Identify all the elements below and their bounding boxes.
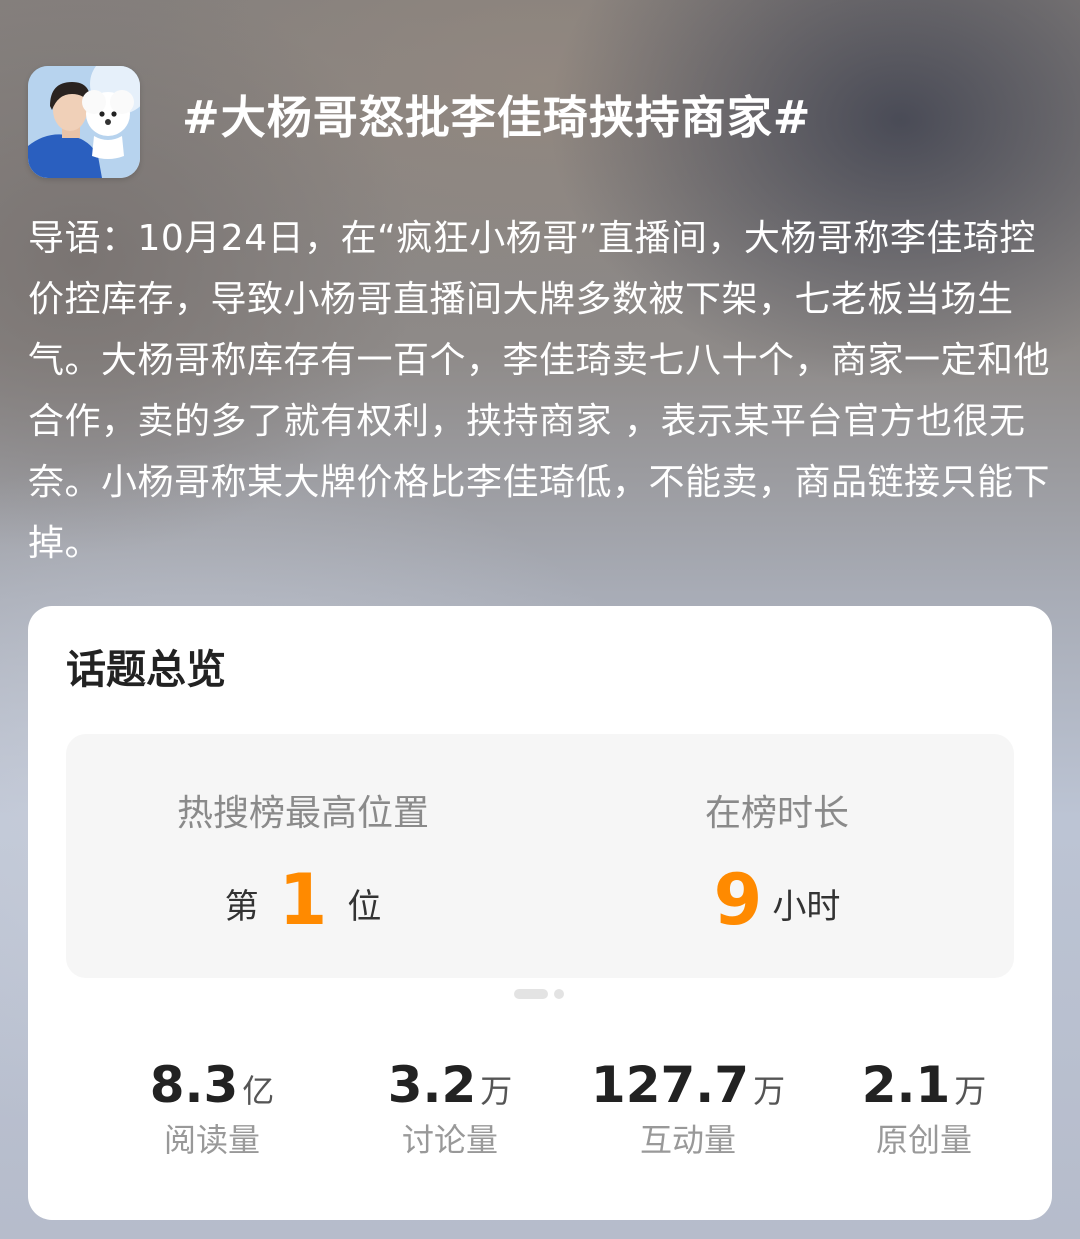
metric-read-label: 阅读量	[163, 1121, 260, 1159]
metric-discussion-value: 3.2	[387, 1056, 477, 1114]
metric-read-value: 8.3	[149, 1056, 239, 1114]
overview-title: 话题总览	[66, 647, 226, 693]
metric-interaction-unit: 万	[753, 1072, 786, 1110]
topic-title: #大杨哥怒批李佳琦挟持商家#	[182, 91, 812, 144]
metric-interaction-label: 互动量	[639, 1121, 736, 1159]
hot-search-peak-block: 热搜榜最高位置 第 1 位	[66, 734, 540, 978]
hot-search-peak-value-row: 第 1 位	[66, 864, 540, 936]
pager-indicator[interactable]	[514, 989, 564, 999]
metric-discussion-unit: 万	[480, 1072, 513, 1110]
topic-avatar[interactable]	[28, 66, 140, 178]
on-list-duration-label: 在榜时长	[704, 793, 849, 834]
metric-interaction-value: 127.7	[590, 1056, 750, 1114]
metric-read: 8.3 亿 阅读量	[92, 1054, 332, 1162]
metric-original-unit: 万	[954, 1072, 987, 1110]
avatar-photo-icon	[28, 66, 140, 178]
duration-suffix: 小时	[772, 887, 841, 927]
on-list-duration-value-row: 9 小时	[540, 864, 1014, 936]
hot-search-peak-label: 热搜榜最高位置	[176, 793, 429, 834]
pager-dot-active[interactable]	[514, 989, 548, 999]
overview-card: 话题总览 热搜榜最高位置 第 1 位 在榜时长 9 小时 8.3 亿 阅读量 3…	[28, 606, 1052, 1220]
rank-prefix: 第	[224, 887, 259, 927]
metric-interaction: 127.7 万 互动量	[568, 1054, 808, 1162]
duration-value: 9	[713, 859, 763, 941]
metric-discussion-label: 讨论量	[401, 1121, 498, 1159]
metric-read-unit: 亿	[242, 1072, 275, 1110]
rank-suffix: 位	[347, 887, 382, 927]
metric-original: 2.1 万 原创量	[804, 1054, 1044, 1162]
metrics-row: 8.3 亿 阅读量 3.2 万 讨论量 127.7 万 互动量 2.1 万 原创…	[28, 1054, 1052, 1164]
on-list-duration-block: 在榜时长 9 小时	[540, 734, 1014, 978]
pager-dot[interactable]	[554, 989, 564, 999]
metric-discussion: 3.2 万 讨论量	[330, 1054, 570, 1162]
rank-value: 1	[278, 859, 328, 941]
metric-original-value: 2.1	[861, 1056, 951, 1114]
metric-original-label: 原创量	[875, 1121, 972, 1159]
topic-intro: 导语：10月24日，在“疯狂小杨哥”直播间，大杨哥称李佳琦控价控库存，导致小杨哥…	[28, 218, 1051, 564]
rank-panel[interactable]: 热搜榜最高位置 第 1 位 在榜时长 9 小时	[66, 734, 1014, 978]
